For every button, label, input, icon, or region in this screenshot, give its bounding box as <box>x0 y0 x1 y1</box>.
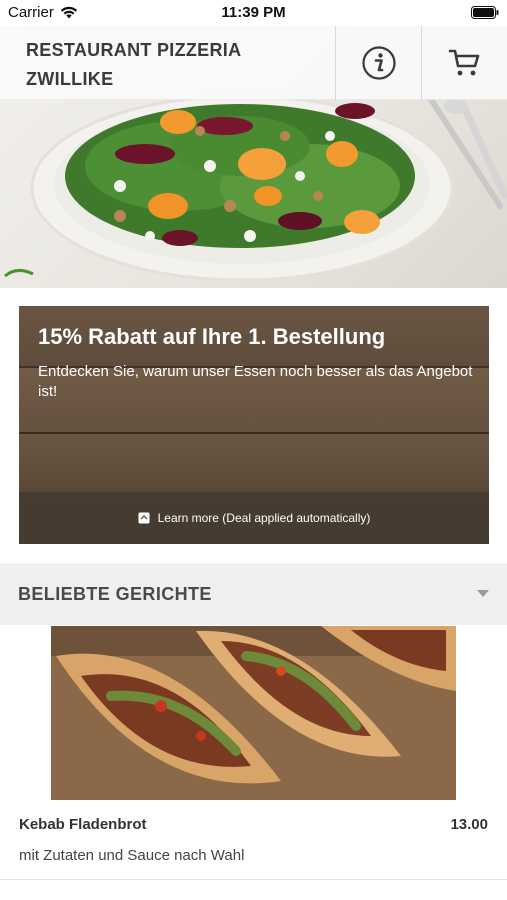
cart-icon <box>448 49 479 76</box>
promo-learn-more[interactable]: Learn more (Deal applied automatically) <box>19 492 489 544</box>
status-bar: Carrier 11:39 PM <box>0 0 507 26</box>
section-title: BELIEBTE GERICHTE <box>18 583 212 604</box>
info-button[interactable] <box>335 26 421 100</box>
app-header: RESTAURANT PIZZERIA ZWILLIKE <box>0 26 507 100</box>
promo-banner[interactable]: 15% Rabatt auf Ihre 1. Bestellung Entdec… <box>19 306 489 544</box>
dish-description: mit Zutaten und Sauce nach Wahl <box>19 847 245 864</box>
cart-button[interactable] <box>421 26 507 100</box>
restaurant-name: RESTAURANT PIZZERIA ZWILLIKE <box>0 26 335 99</box>
promo-footer-label: Learn more (Deal applied automatically) <box>157 511 371 525</box>
restaurant-name-line2: ZWILLIKE <box>26 69 114 89</box>
pide-illustration <box>51 626 456 800</box>
info-icon <box>361 46 396 80</box>
dish-row[interactable]: Kebab Fladenbrot 13.00 mit Zutaten und S… <box>0 816 507 880</box>
dish-name: Kebab Fladenbrot <box>19 816 147 833</box>
info-box-icon <box>138 512 150 524</box>
promo-title: 15% Rabatt auf Ihre 1. Bestellung <box>38 324 386 349</box>
clock: 11:39 PM <box>221 4 286 21</box>
chevron-down-icon <box>477 590 489 597</box>
promo-text: Entdecken Sie, warum unser Essen noch be… <box>38 363 473 400</box>
restaurant-name-line1: RESTAURANT PIZZERIA <box>26 40 242 60</box>
section-popular-dishes[interactable]: BELIEBTE GERICHTE <box>0 563 507 625</box>
dish-price: 13.00 <box>450 816 488 833</box>
dish-image[interactable] <box>51 626 456 800</box>
wood-plank <box>19 434 489 492</box>
battery-icon <box>471 6 499 24</box>
